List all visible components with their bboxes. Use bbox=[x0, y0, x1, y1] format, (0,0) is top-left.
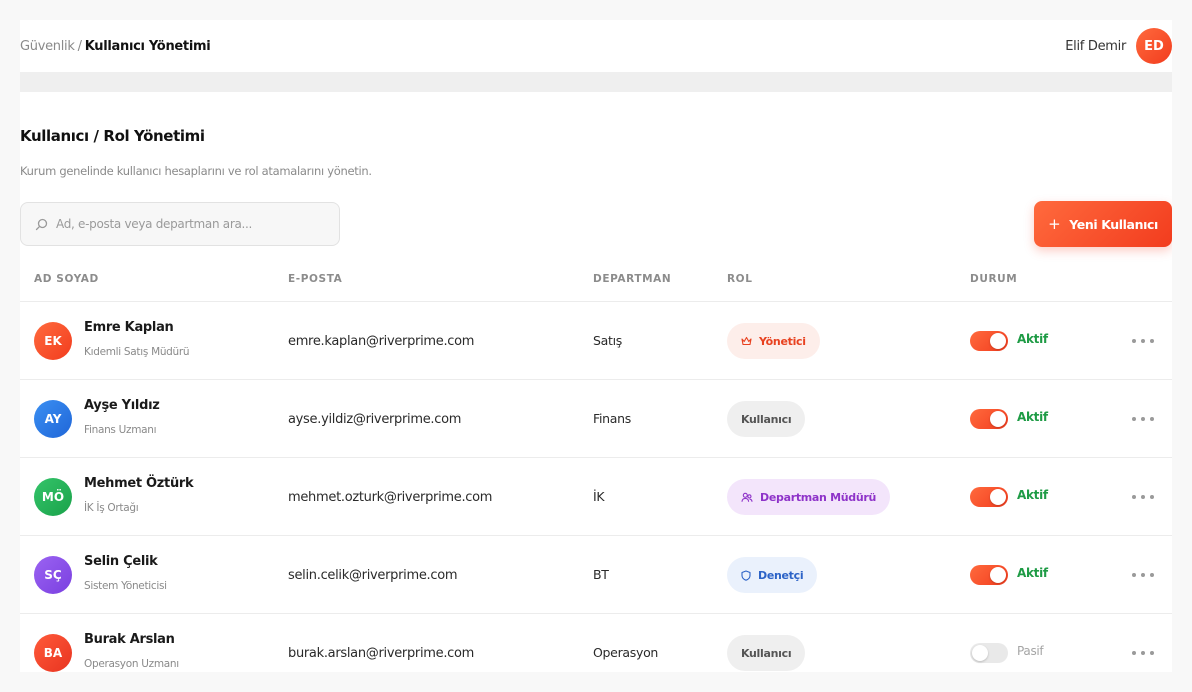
toggle-knob bbox=[990, 333, 1006, 349]
avatar: MÖ bbox=[34, 478, 72, 516]
status-toggle[interactable] bbox=[970, 643, 1008, 663]
role-label: Kullanıcı bbox=[741, 412, 792, 426]
status-toggle[interactable] bbox=[970, 409, 1008, 429]
user-email: mehmet.ozturk@riverprime.com bbox=[288, 490, 493, 505]
role-label: Yönetici bbox=[759, 334, 806, 348]
avatar: SÇ bbox=[34, 556, 72, 594]
toggle-knob bbox=[990, 567, 1006, 583]
avatar: BA bbox=[34, 634, 72, 672]
role-badge[interactable]: Yönetici bbox=[727, 323, 820, 359]
table-row[interactable]: SÇ Selin Çelik Sistem Yöneticisi selin.c… bbox=[20, 536, 1172, 614]
more-actions-icon[interactable] bbox=[1132, 644, 1154, 662]
role-badge[interactable]: Departman Müdürü bbox=[727, 479, 891, 515]
user-email: ayse.yildiz@riverprime.com bbox=[288, 412, 462, 427]
avatar[interactable]: ED bbox=[1136, 28, 1172, 64]
column-header-status[interactable]: DURUM bbox=[970, 273, 1017, 285]
role-badge[interactable]: Kullanıcı bbox=[727, 635, 806, 671]
new-user-button-label: Yeni Kullanıcı bbox=[1069, 216, 1158, 232]
user-email: selin.celik@riverprime.com bbox=[288, 568, 458, 583]
search-box[interactable] bbox=[20, 202, 340, 246]
user-job-title: Sistem Yöneticisi bbox=[84, 580, 167, 592]
role-label: Kullanıcı bbox=[741, 646, 792, 660]
user-department: BT bbox=[593, 567, 609, 582]
plus-icon: + bbox=[1048, 215, 1061, 233]
role-label: Departman Müdürü bbox=[760, 490, 877, 504]
column-header-role[interactable]: ROL bbox=[727, 273, 753, 285]
users-icon bbox=[741, 492, 753, 502]
user-job-title: Finans Uzmanı bbox=[84, 424, 157, 436]
user-department: Operasyon bbox=[593, 645, 659, 660]
page-description: Kurum genelinde kullanıcı hesaplarını ve… bbox=[20, 164, 372, 178]
table-row[interactable]: BA Burak Arslan Operasyon Uzmanı burak.a… bbox=[20, 614, 1172, 672]
top-bar: Güvenlik / Kullanıcı Yönetimi Elif Demir E… bbox=[20, 20, 1172, 72]
role-badge[interactable]: Denetçi bbox=[727, 557, 818, 593]
user-full-name: Mehmet Öztürk bbox=[84, 476, 194, 491]
main-panel: Kullanıcı / Rol Yönetimi Kurum genelinde… bbox=[20, 92, 1172, 672]
user-full-name: Selin Çelik bbox=[84, 554, 158, 569]
status-label: Aktif bbox=[1017, 488, 1048, 502]
column-header-email[interactable]: E-POSTA bbox=[288, 273, 342, 285]
crown-icon bbox=[741, 336, 752, 346]
table-row[interactable]: MÖ Mehmet Öztürk İK İş Ortağı mehmet.ozt… bbox=[20, 458, 1172, 536]
column-header-name[interactable]: AD SOYAD bbox=[34, 273, 99, 285]
user-job-title: Operasyon Uzmanı bbox=[84, 658, 179, 670]
toggle-knob bbox=[990, 489, 1006, 505]
user-job-title: İK İş Ortağı bbox=[84, 502, 139, 514]
breadcrumb-current: Kullanıcı Yönetimi bbox=[84, 38, 211, 54]
user-department: İK bbox=[593, 489, 605, 504]
status-toggle[interactable] bbox=[970, 331, 1008, 351]
table-header: AD SOYAD E-POSTA DEPARTMAN ROL DURUM bbox=[20, 256, 1172, 302]
page-title: Kullanıcı / Rol Yönetimi bbox=[20, 127, 205, 145]
header-divider-band bbox=[20, 72, 1172, 92]
role-badge[interactable]: Kullanıcı bbox=[727, 401, 806, 437]
column-header-department[interactable]: DEPARTMAN bbox=[593, 273, 671, 285]
user-job-title: Kıdemli Satış Müdürü bbox=[84, 346, 190, 358]
avatar: AY bbox=[34, 400, 72, 438]
user-full-name: Ayşe Yıldız bbox=[84, 398, 160, 413]
status-toggle[interactable] bbox=[970, 565, 1008, 585]
user-full-name: Burak Arslan bbox=[84, 632, 175, 647]
toggle-knob bbox=[990, 411, 1006, 427]
user-menu[interactable]: Elif Demir ED bbox=[1065, 28, 1172, 64]
toggle-knob bbox=[972, 645, 988, 661]
table-row[interactable]: EK Emre Kaplan Kıdemli Satış Müdürü emre… bbox=[20, 302, 1172, 380]
status-label: Aktif bbox=[1017, 332, 1048, 346]
status-toggle[interactable] bbox=[970, 487, 1008, 507]
user-email: emre.kaplan@riverprime.com bbox=[288, 334, 475, 349]
status-label: Pasif bbox=[1017, 644, 1044, 658]
role-label: Denetçi bbox=[758, 568, 804, 582]
new-user-button[interactable]: + Yeni Kullanıcı bbox=[1034, 201, 1172, 247]
user-department: Finans bbox=[593, 411, 631, 426]
user-full-name: Emre Kaplan bbox=[84, 320, 174, 335]
more-actions-icon[interactable] bbox=[1132, 488, 1154, 506]
breadcrumb-parent-link[interactable]: Güvenlik bbox=[20, 39, 75, 54]
user-name: Elif Demir bbox=[1065, 38, 1126, 54]
more-actions-icon[interactable] bbox=[1132, 332, 1154, 350]
more-actions-icon[interactable] bbox=[1132, 566, 1154, 584]
more-actions-icon[interactable] bbox=[1132, 410, 1154, 428]
search-icon bbox=[35, 218, 48, 230]
table-row[interactable]: AY Ayşe Yıldız Finans Uzmanı ayse.yildiz… bbox=[20, 380, 1172, 458]
breadcrumb: Güvenlik / Kullanıcı Yönetimi bbox=[20, 38, 211, 54]
user-email: burak.arslan@riverprime.com bbox=[288, 646, 475, 661]
search-input[interactable] bbox=[56, 217, 316, 231]
user-department: Satış bbox=[593, 333, 622, 348]
status-label: Aktif bbox=[1017, 410, 1048, 424]
status-label: Aktif bbox=[1017, 566, 1048, 580]
shield-icon bbox=[741, 569, 751, 581]
breadcrumb-separator: / bbox=[77, 38, 82, 54]
avatar: EK bbox=[34, 322, 72, 360]
